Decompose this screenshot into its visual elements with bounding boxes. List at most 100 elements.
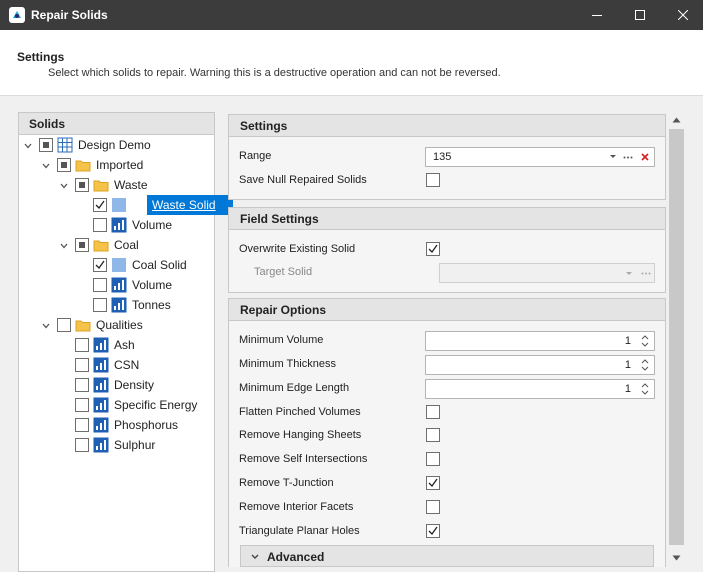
field-icon	[111, 297, 127, 313]
spin-arrows-icon[interactable]	[640, 334, 650, 348]
min-thickness-row: Minimum Thickness 1	[229, 354, 665, 376]
tree-checkbox[interactable]	[75, 358, 89, 372]
tree-item-label: Coal Solid	[132, 258, 187, 272]
triangulate-row: Triangulate Planar Holes	[229, 521, 665, 543]
self-intersections-checkbox[interactable]	[426, 452, 440, 466]
tree-checkbox[interactable]	[75, 438, 89, 452]
tree-item[interactable]: Volume	[19, 215, 214, 235]
scroll-up-icon[interactable]	[672, 117, 681, 123]
range-combo[interactable]: 135	[425, 147, 655, 167]
properties-area: Settings Range 135 Save Null Repaired So…	[228, 112, 666, 567]
tree-item-label: Waste Solid	[147, 195, 233, 215]
tree-item[interactable]: Waste Solid	[19, 195, 233, 215]
tree-item[interactable]: Specific Energy	[19, 395, 214, 415]
repair-options-header: Repair Options	[229, 299, 665, 321]
tree-checkbox[interactable]	[75, 178, 89, 192]
maximize-icon	[635, 10, 645, 20]
chevron-down-icon[interactable]	[23, 140, 33, 150]
solid-icon	[111, 257, 127, 273]
save-null-row: Save Null Repaired Solids	[229, 170, 665, 192]
tree-item[interactable]: CSN	[19, 355, 214, 375]
dropdown-arrow-icon[interactable]	[625, 271, 633, 277]
min-edge-label: Minimum Edge Length	[239, 382, 350, 394]
tree-item[interactable]: Imported	[19, 155, 214, 175]
maximize-button[interactable]	[618, 0, 662, 30]
tree-checkbox[interactable]	[39, 138, 53, 152]
tree-item[interactable]: Design Demo	[19, 135, 214, 155]
save-null-label: Save Null Repaired Solids	[239, 174, 367, 186]
interior-facets-checkbox[interactable]	[426, 500, 440, 514]
tree-item[interactable]: Qualities	[19, 315, 214, 335]
ellipsis-icon[interactable]	[623, 156, 633, 159]
chevron-down-icon	[251, 554, 259, 559]
field-icon	[93, 437, 109, 453]
min-thickness-label: Minimum Thickness	[239, 358, 336, 370]
dropdown-arrow-icon[interactable]	[609, 154, 617, 160]
field-icon	[93, 377, 109, 393]
tree-item[interactable]: Tonnes	[19, 295, 214, 315]
target-solid-row: Target Solid	[229, 262, 665, 284]
tree-item[interactable]: Ash	[19, 335, 214, 355]
tree-checkbox[interactable]	[93, 218, 107, 232]
tree-checkbox[interactable]	[93, 298, 107, 312]
triangulate-checkbox[interactable]	[426, 524, 440, 538]
tree-checkbox[interactable]	[93, 198, 107, 212]
tree-checkbox[interactable]	[75, 238, 89, 252]
min-thickness-value: 1	[624, 359, 631, 371]
app-icon	[9, 7, 25, 23]
tree-checkbox[interactable]	[57, 158, 71, 172]
spin-arrows-icon[interactable]	[640, 358, 650, 372]
flatten-checkbox[interactable]	[426, 405, 440, 419]
hanging-row: Remove Hanging Sheets	[229, 425, 665, 447]
min-volume-spinner[interactable]: 1	[425, 331, 655, 351]
min-edge-value: 1	[624, 383, 631, 395]
scroll-down-icon[interactable]	[672, 555, 681, 561]
settings-section-header: Settings	[229, 115, 665, 137]
tree-item[interactable]: Waste	[19, 175, 214, 195]
tree-item[interactable]: Density	[19, 375, 214, 395]
flatten-row: Flatten Pinched Volumes	[229, 402, 665, 424]
close-button[interactable]	[661, 0, 703, 30]
tree-checkbox[interactable]	[93, 258, 107, 272]
tree-item[interactable]: Sulphur	[19, 435, 214, 455]
interior-facets-label: Remove Interior Facets	[239, 501, 354, 513]
chevron-down-icon[interactable]	[59, 180, 69, 190]
overwrite-checkbox[interactable]	[426, 242, 440, 256]
tree-item[interactable]: Coal	[19, 235, 214, 255]
tree-item-label: Tonnes	[132, 298, 171, 312]
tree-checkbox[interactable]	[75, 398, 89, 412]
tree-checkbox[interactable]	[93, 278, 107, 292]
ellipsis-icon[interactable]	[641, 272, 651, 275]
tree-item[interactable]: Coal Solid	[19, 255, 214, 275]
advanced-expander[interactable]: Advanced	[240, 545, 654, 567]
min-thickness-spinner[interactable]: 1	[425, 355, 655, 375]
tree-item-label: Qualities	[96, 318, 143, 332]
advanced-label: Advanced	[267, 550, 325, 564]
save-null-checkbox[interactable]	[426, 173, 440, 187]
hanging-checkbox[interactable]	[426, 428, 440, 442]
field-icon	[93, 357, 109, 373]
tjunction-checkbox[interactable]	[426, 476, 440, 490]
tree-item[interactable]: Volume	[19, 275, 214, 295]
chevron-down-icon[interactable]	[41, 160, 51, 170]
chevron-down-icon[interactable]	[59, 240, 69, 250]
tree-item[interactable]: Phosphorus	[19, 415, 214, 435]
clear-icon[interactable]	[641, 153, 649, 161]
scrollbar-thumb[interactable]	[669, 129, 684, 545]
chevron-down-icon[interactable]	[41, 320, 51, 330]
checkmark-icon	[428, 526, 438, 536]
minimize-button[interactable]	[575, 0, 619, 30]
tree-checkbox[interactable]	[75, 418, 89, 432]
min-edge-spinner[interactable]: 1	[425, 379, 655, 399]
tree-checkbox[interactable]	[75, 378, 89, 392]
vertical-scrollbar[interactable]	[668, 112, 685, 567]
tree-checkbox[interactable]	[57, 318, 71, 332]
min-volume-label: Minimum Volume	[239, 334, 324, 346]
spin-arrows-icon[interactable]	[640, 382, 650, 396]
range-row: Range 135	[229, 146, 665, 168]
target-solid-combo[interactable]	[439, 263, 655, 283]
folder-icon	[75, 157, 91, 173]
settings-section: Settings Range 135 Save Null Repaired So…	[228, 114, 666, 200]
overwrite-row: Overwrite Existing Solid	[229, 239, 665, 261]
tree-checkbox[interactable]	[75, 338, 89, 352]
